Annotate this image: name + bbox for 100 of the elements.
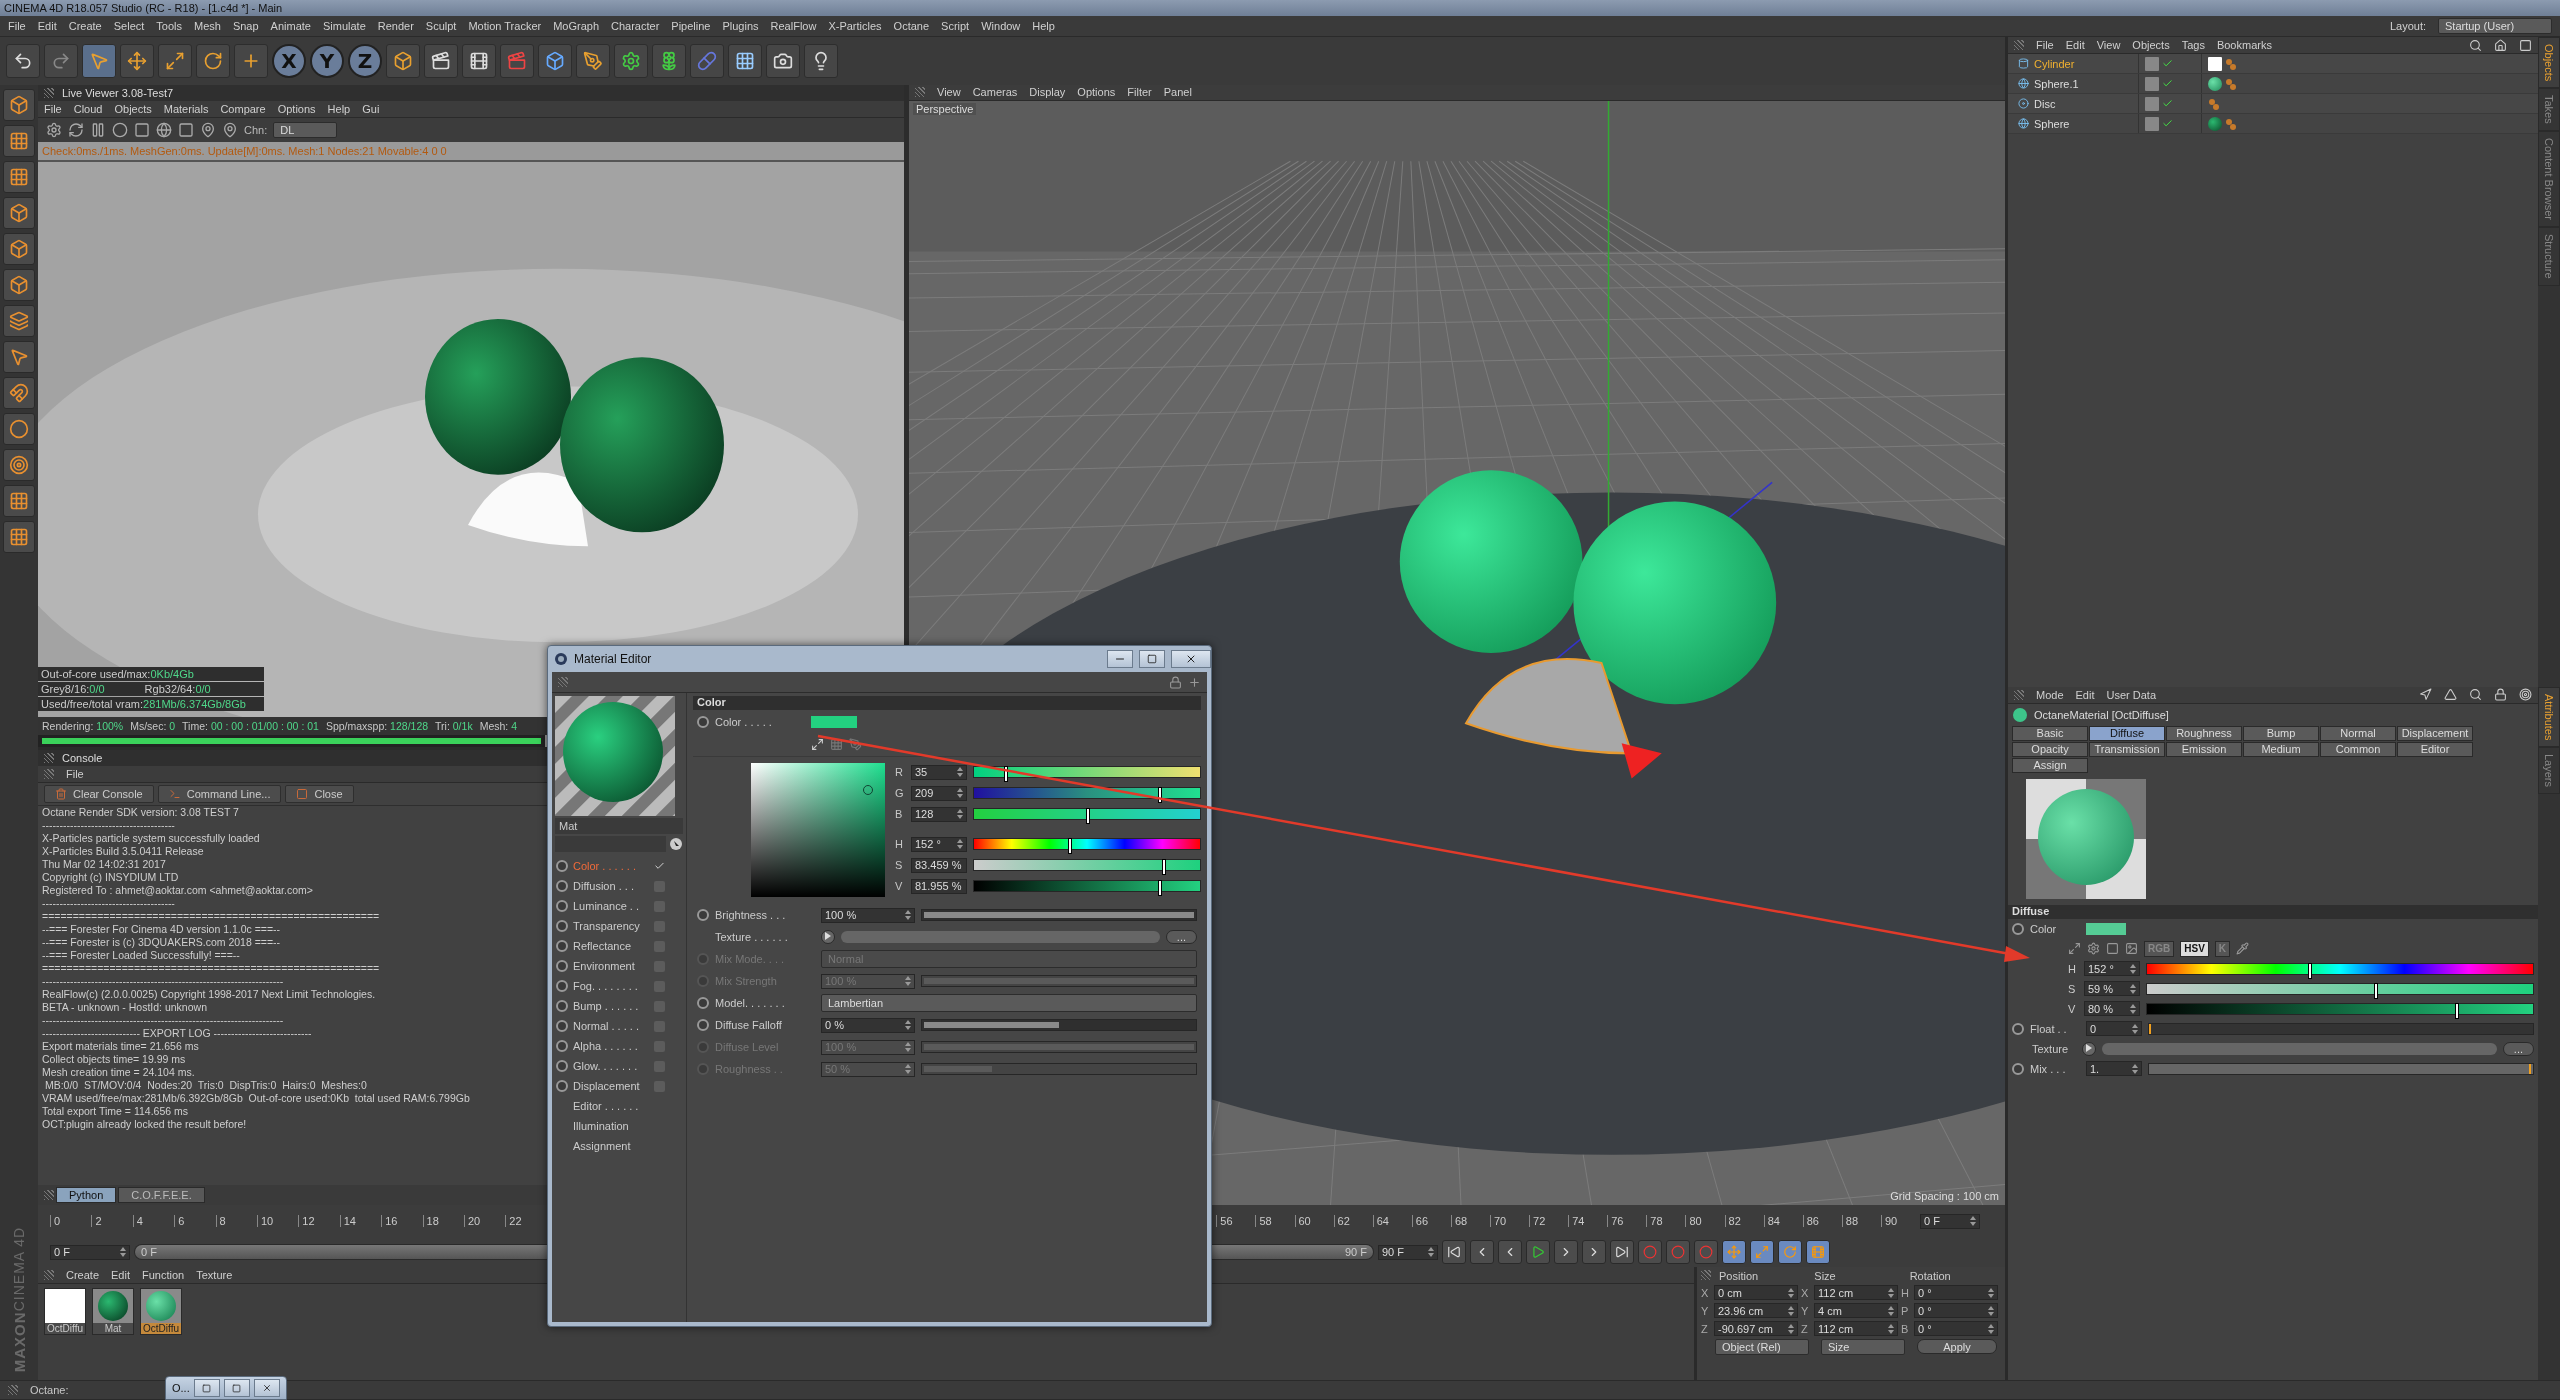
menu-item[interactable]: Cameras (972, 86, 1018, 99)
channel-link[interactable]: Glow. . . . . . . (573, 1060, 649, 1072)
menu-item[interactable]: Materials (163, 103, 209, 115)
page-link[interactable]: Illumination (573, 1120, 649, 1132)
menu-item[interactable]: Snap (232, 20, 259, 32)
menu-item[interactable]: Options (277, 103, 316, 115)
end-frame-field[interactable]: 90 F (1378, 1244, 1438, 1260)
attribute-tab[interactable]: Assign (2012, 757, 2088, 773)
attribute-tab[interactable]: Transmission (2089, 741, 2165, 757)
number-field[interactable]: 152 ° (911, 836, 967, 852)
object-name[interactable]: Cylinder (2008, 57, 2138, 70)
number-field[interactable]: 35 (911, 764, 967, 780)
number-field[interactable]: 59 % (2084, 981, 2140, 997)
browse-button[interactable]: ... (2502, 1041, 2534, 1056)
menu-item[interactable]: Tools (156, 20, 182, 32)
menu-item[interactable]: Compare (220, 103, 266, 115)
menu-item[interactable]: Mode (2036, 688, 2064, 701)
number-field[interactable]: 152 ° (2084, 961, 2140, 977)
size-mode-dropdown[interactable]: Size (1821, 1339, 1905, 1355)
attribute-tab[interactable]: Normal (2320, 725, 2396, 741)
position-field[interactable]: 23.96 cm (1714, 1303, 1798, 1318)
color-mode-button[interactable]: HSV (2180, 940, 2209, 957)
number-field[interactable]: 83.459 % (911, 857, 967, 873)
menu-item[interactable]: View (937, 86, 961, 99)
channel-link[interactable]: Environment (573, 960, 649, 972)
size-field[interactable]: 112 cm (1814, 1321, 1898, 1336)
menu-item[interactable]: Select (113, 20, 145, 32)
attribute-tab[interactable]: Opacity (2012, 741, 2088, 757)
menu-item[interactable]: File (44, 103, 62, 115)
menu-item[interactable]: File (8, 20, 26, 32)
console-button[interactable]: Close (285, 785, 354, 803)
language-tab[interactable]: C.O.F.F.E.E. (118, 1187, 205, 1203)
menu-item[interactable]: Animate (270, 20, 311, 32)
menu-item[interactable]: Pipeline (671, 20, 711, 32)
coordinate-mode-dropdown[interactable]: Object (Rel) (1715, 1339, 1809, 1355)
menu-item[interactable]: File (66, 768, 84, 780)
channel-link[interactable]: Diffusion . . . (573, 880, 649, 892)
size-field[interactable]: 112 cm (1814, 1285, 1898, 1300)
size-field[interactable]: 4 cm (1814, 1303, 1898, 1318)
channel-link[interactable]: Luminance . . (573, 900, 649, 912)
menu-item[interactable]: Character (611, 20, 660, 32)
frame-field[interactable]: 0 F (1920, 1213, 1980, 1229)
menu-item[interactable]: Script (941, 20, 970, 32)
number-field[interactable]: 209 (911, 785, 967, 801)
attribute-tab[interactable]: Bump (2243, 725, 2319, 741)
side-tab[interactable]: Structure (2538, 227, 2560, 286)
menu-item[interactable]: Edit (2065, 39, 2085, 51)
object-name[interactable]: Sphere (2008, 117, 2138, 130)
attribute-tab[interactable]: Editor (2397, 741, 2473, 757)
menu-item[interactable]: User Data (2106, 688, 2157, 701)
menu-item[interactable]: Objects (114, 103, 152, 115)
object-name[interactable]: Disc (2008, 97, 2138, 110)
side-tab[interactable]: Objects (2538, 37, 2560, 89)
material-name-field[interactable]: Mat (555, 818, 683, 834)
channel-link[interactable]: Transparency (573, 920, 649, 932)
number-field[interactable]: 1. (2086, 1061, 2142, 1077)
side-tab[interactable]: Attributes (2538, 686, 2560, 748)
axis-lock-button[interactable]: Y (310, 44, 344, 78)
attribute-tab[interactable]: Common (2320, 741, 2396, 757)
menu-item[interactable]: Sculpt (425, 20, 457, 32)
channel-link[interactable]: Fog. . . . . . . . (573, 980, 649, 992)
number-field[interactable]: 128 (911, 806, 967, 822)
channel-link[interactable]: Normal . . . . . (573, 1020, 649, 1032)
position-field[interactable]: 0 cm (1714, 1285, 1798, 1300)
axis-lock-button[interactable]: X (272, 44, 306, 78)
menu-item[interactable]: X-Particles (828, 20, 882, 32)
attribute-tab[interactable]: Emission (2166, 741, 2242, 757)
position-field[interactable]: -90.697 cm (1714, 1321, 1798, 1336)
side-tab[interactable]: Layers (2538, 747, 2560, 795)
console-button[interactable]: Clear Console (44, 785, 154, 803)
menu-item[interactable]: Edit (37, 20, 57, 32)
material-item[interactable]: OctDiffu (140, 1288, 182, 1335)
menu-item[interactable]: File (2036, 39, 2054, 51)
menu-item[interactable]: Objects (2132, 39, 2170, 51)
side-tab[interactable]: Takes (2538, 88, 2560, 132)
minimized-window[interactable]: O... (165, 1376, 287, 1400)
attribute-tab[interactable]: Roughness (2166, 725, 2242, 741)
menu-item[interactable]: Function (142, 1269, 185, 1281)
value-dropdown[interactable]: Lambertian (821, 994, 1197, 1012)
channel-link[interactable]: Alpha . . . . . . (573, 1040, 649, 1052)
number-field[interactable]: 0 (2086, 1021, 2142, 1037)
menu-item[interactable]: Panel (1163, 86, 1192, 99)
menu-item[interactable]: Create (66, 1269, 100, 1281)
menu-item[interactable]: Render (377, 20, 414, 32)
menu-item[interactable]: Edit (111, 1269, 130, 1281)
menu-item[interactable]: Mesh (194, 20, 221, 32)
layout-dropdown[interactable]: Startup (User) (2438, 18, 2552, 34)
menu-item[interactable]: Create (68, 20, 102, 32)
number-field[interactable]: 0 % (821, 1017, 915, 1033)
menu-item[interactable]: Window (981, 20, 1021, 32)
page-link[interactable]: Editor . . . . . . (573, 1100, 649, 1112)
attribute-tab[interactable]: Diffuse (2089, 725, 2165, 741)
material-item[interactable]: OctDiffu (44, 1288, 86, 1335)
menu-item[interactable]: Gui (362, 103, 380, 115)
menu-item[interactable]: Texture (196, 1269, 233, 1281)
menu-item[interactable]: MoGraph (553, 20, 600, 32)
rotation-field[interactable]: 0 ° (1914, 1303, 1998, 1318)
menu-item[interactable]: View (2096, 39, 2121, 51)
attribute-tab[interactable]: Basic (2012, 725, 2088, 741)
channel-link[interactable]: Reflectance (573, 940, 649, 952)
